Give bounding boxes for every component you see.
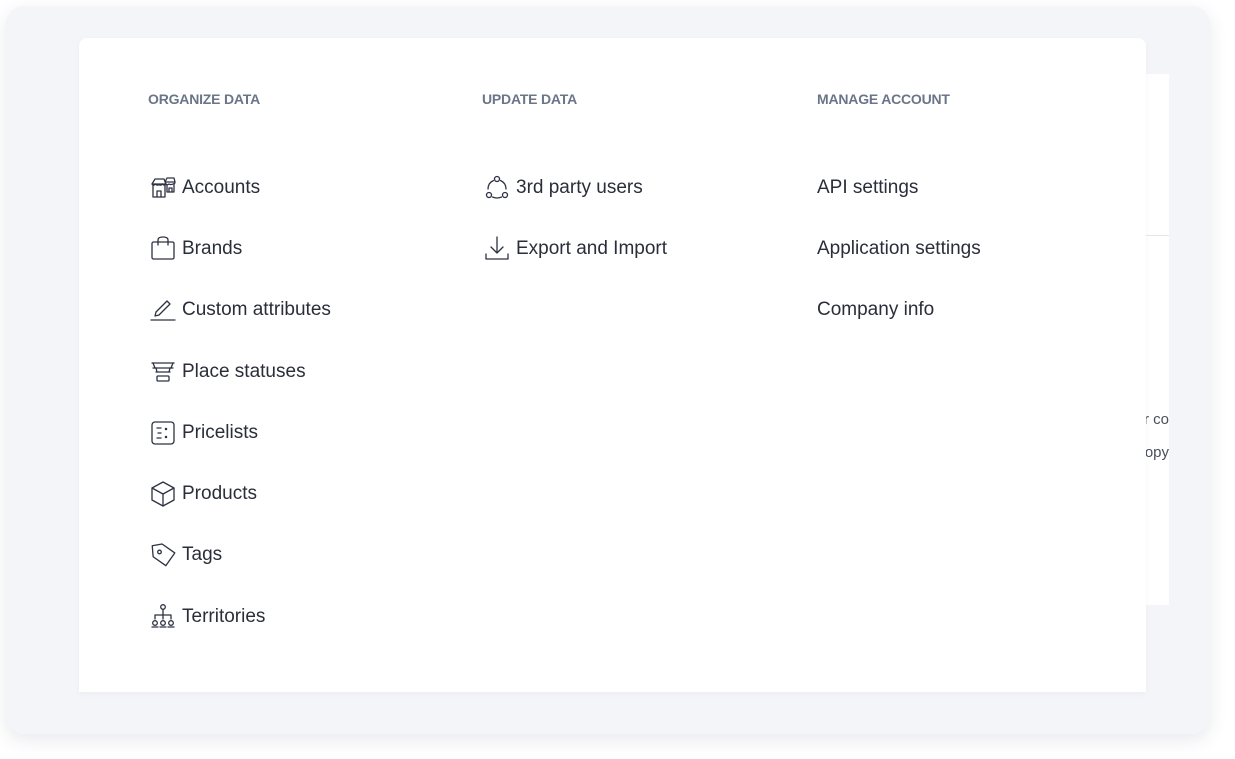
organize-data-heading: ORGANIZE DATA — [148, 91, 260, 107]
menu-item-label: Tags — [182, 544, 223, 566]
menu-item-pricelists[interactable]: Pricelists — [148, 402, 331, 463]
organize-data-column: ORGANIZE DATA Accounts Brands Custom att… — [148, 89, 331, 647]
menu-item-label: Accounts — [182, 176, 261, 198]
menu-item-company-info[interactable]: Company info — [817, 280, 981, 341]
menu-item-3rd-party-users[interactable]: 3rd party users — [482, 157, 667, 218]
menu-item-label: Brands — [182, 237, 243, 259]
menu-item-label: 3rd party users — [516, 176, 643, 198]
tag-icon — [148, 540, 182, 570]
pencil-icon — [148, 295, 182, 325]
settings-mega-menu: ORGANIZE DATA Accounts Brands Custom att… — [79, 38, 1146, 692]
hierarchy-icon — [148, 602, 182, 632]
menu-item-accounts[interactable]: Accounts — [148, 157, 331, 218]
menu-item-label: Products — [182, 483, 257, 505]
menu-item-brands[interactable]: Brands — [148, 218, 331, 279]
menu-item-label: Application settings — [817, 237, 981, 259]
funnel-icon — [148, 357, 182, 387]
menu-item-label: Pricelists — [182, 421, 259, 443]
manage-account-heading: MANAGE ACCOUNT — [817, 91, 950, 107]
app-frame: r co opy ORGANIZE DATA Accounts Brands C… — [6, 6, 1210, 734]
users-network-icon — [482, 173, 516, 203]
menu-item-label: Place statuses — [182, 360, 306, 382]
pricelist-icon — [148, 418, 182, 448]
menu-item-tags[interactable]: Tags — [148, 525, 331, 586]
menu-item-label: Territories — [182, 605, 266, 627]
shopping-bag-icon — [148, 234, 182, 264]
menu-item-products[interactable]: Products — [148, 463, 331, 524]
download-icon — [482, 234, 516, 264]
manage-account-column: MANAGE ACCOUNT API settings Application … — [817, 89, 981, 341]
menu-item-place-statuses[interactable]: Place statuses — [148, 341, 331, 402]
menu-item-territories[interactable]: Territories — [148, 586, 331, 647]
menu-item-api-settings[interactable]: API settings — [817, 157, 981, 218]
menu-item-export-and-import[interactable]: Export and Import — [482, 218, 667, 279]
menu-item-label: Export and Import — [516, 237, 668, 259]
menu-item-label: Company info — [817, 299, 935, 321]
update-data-heading: UPDATE DATA — [482, 91, 578, 107]
menu-item-label: API settings — [817, 176, 919, 198]
menu-item-custom-attributes[interactable]: Custom attributes — [148, 280, 331, 341]
menu-item-label: Custom attributes — [182, 299, 331, 321]
box-icon — [148, 479, 182, 509]
menu-item-application-settings[interactable]: Application settings — [817, 218, 981, 279]
store-icon — [148, 173, 182, 203]
update-data-column: UPDATE DATA 3rd party users Export and I… — [482, 89, 667, 280]
